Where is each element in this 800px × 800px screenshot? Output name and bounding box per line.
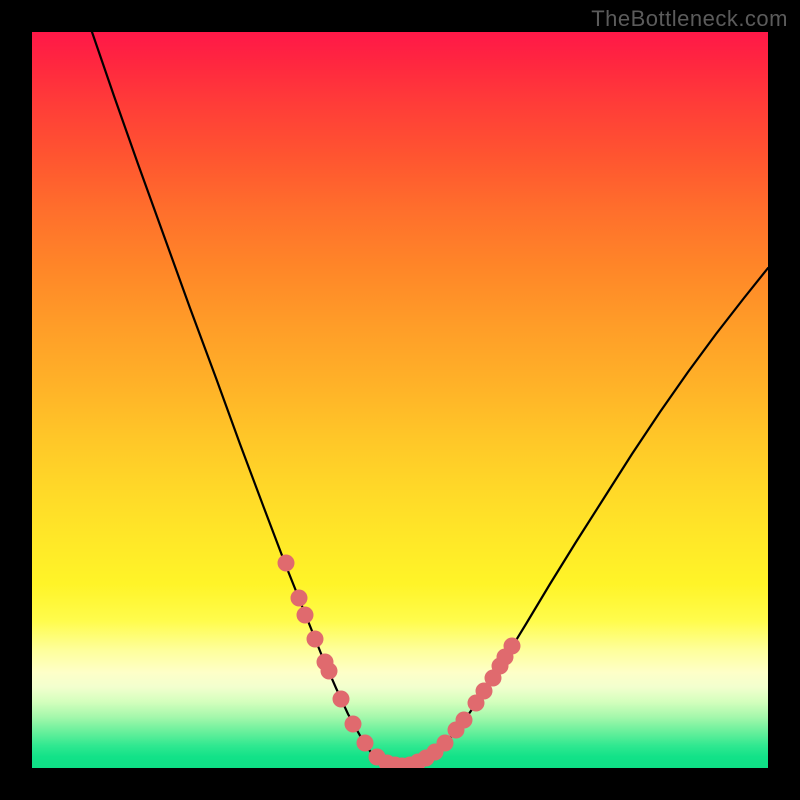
- marker-dot: [497, 649, 514, 666]
- marker-dot: [291, 590, 308, 607]
- curve-path: [92, 32, 768, 766]
- marker-dot: [321, 663, 338, 680]
- chart-root: TheBottleneck.com: [0, 0, 800, 800]
- marker-dot: [437, 735, 454, 752]
- watermark-label: TheBottleneck.com: [591, 6, 788, 32]
- marker-dot: [278, 555, 295, 572]
- marker-dot: [357, 735, 374, 752]
- marker-dot: [333, 691, 350, 708]
- chart-svg: [32, 32, 768, 768]
- marker-dot: [297, 607, 314, 624]
- marker-dot: [456, 712, 473, 729]
- marker-dot: [307, 631, 324, 648]
- marker-dot: [345, 716, 362, 733]
- markers-group: [278, 555, 521, 769]
- plot-area: [32, 32, 768, 768]
